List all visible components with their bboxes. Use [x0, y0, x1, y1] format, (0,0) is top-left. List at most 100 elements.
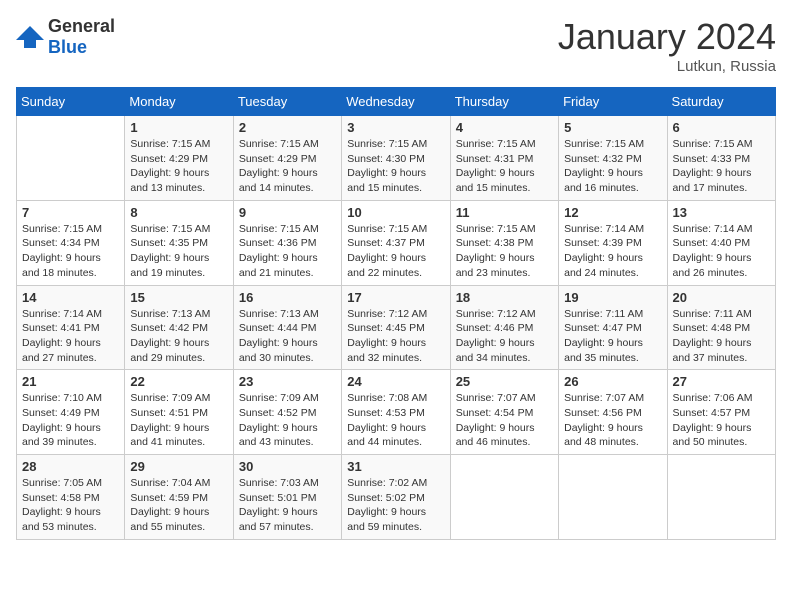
month-title: January 2024: [558, 16, 776, 58]
day-number: 4: [456, 120, 553, 135]
day-number: 18: [456, 290, 553, 305]
day-number: 21: [22, 374, 119, 389]
day-info: Sunrise: 7:15 AMSunset: 4:32 PMDaylight:…: [564, 137, 661, 196]
day-info: Sunrise: 7:03 AMSunset: 5:01 PMDaylight:…: [239, 476, 336, 535]
day-number: 8: [130, 205, 227, 220]
day-info: Sunrise: 7:09 AMSunset: 4:51 PMDaylight:…: [130, 391, 227, 450]
day-info: Sunrise: 7:09 AMSunset: 4:52 PMDaylight:…: [239, 391, 336, 450]
calendar-cell: 16 Sunrise: 7:13 AMSunset: 4:44 PMDayligh…: [233, 285, 341, 370]
day-info: Sunrise: 7:04 AMSunset: 4:59 PMDaylight:…: [130, 476, 227, 535]
calendar-cell: 12 Sunrise: 7:14 AMSunset: 4:39 PMDayligh…: [559, 200, 667, 285]
logo-general: General: [48, 16, 115, 36]
day-number: 28: [22, 459, 119, 474]
day-info: Sunrise: 7:15 AMSunset: 4:30 PMDaylight:…: [347, 137, 444, 196]
day-info: Sunrise: 7:15 AMSunset: 4:38 PMDaylight:…: [456, 222, 553, 281]
calendar-cell: 20Sunrise: 7:11 AMSunset: 4:48 PMDayligh…: [667, 285, 775, 370]
calendar-cell: 19Sunrise: 7:11 AMSunset: 4:47 PMDayligh…: [559, 285, 667, 370]
weekday-header: Monday: [125, 88, 233, 116]
calendar-cell: 8 Sunrise: 7:15 AMSunset: 4:35 PMDaylight…: [125, 200, 233, 285]
day-info: Sunrise: 7:14 AMSunset: 4:41 PMDaylight:…: [22, 307, 119, 366]
day-info: Sunrise: 7:02 AMSunset: 5:02 PMDaylight:…: [347, 476, 444, 535]
day-number: 5: [564, 120, 661, 135]
calendar-cell: [559, 455, 667, 540]
calendar-cell: 24 Sunrise: 7:08 AMSunset: 4:53 PMDayligh…: [342, 370, 450, 455]
day-number: 23: [239, 374, 336, 389]
logo-text: General Blue: [48, 16, 115, 58]
weekday-header: Friday: [559, 88, 667, 116]
day-number: 26: [564, 374, 661, 389]
day-info: Sunrise: 7:15 AMSunset: 4:37 PMDaylight:…: [347, 222, 444, 281]
day-info: Sunrise: 7:15 AMSunset: 4:33 PMDaylight:…: [673, 137, 770, 196]
calendar-cell: 23 Sunrise: 7:09 AMSunset: 4:52 PMDayligh…: [233, 370, 341, 455]
day-number: 12: [564, 205, 661, 220]
day-info: Sunrise: 7:12 AMSunset: 4:46 PMDaylight:…: [456, 307, 553, 366]
day-number: 27: [673, 374, 770, 389]
day-number: 10: [347, 205, 444, 220]
calendar-cell: 5 Sunrise: 7:15 AMSunset: 4:32 PMDaylight…: [559, 116, 667, 201]
day-info: Sunrise: 7:14 AMSunset: 4:39 PMDaylight:…: [564, 222, 661, 281]
day-info: Sunrise: 7:05 AMSunset: 4:58 PMDaylight:…: [22, 476, 119, 535]
day-info: Sunrise: 7:07 AMSunset: 4:54 PMDaylight:…: [456, 391, 553, 450]
calendar-cell: 21Sunrise: 7:10 AMSunset: 4:49 PMDayligh…: [17, 370, 125, 455]
calendar-cell: 18 Sunrise: 7:12 AMSunset: 4:46 PMDayligh…: [450, 285, 558, 370]
day-info: Sunrise: 7:11 AMSunset: 4:48 PMDaylight:…: [673, 307, 770, 366]
calendar-cell: 1Sunrise: 7:15 AMSunset: 4:29 PMDaylight…: [125, 116, 233, 201]
day-number: 30: [239, 459, 336, 474]
weekday-header: Saturday: [667, 88, 775, 116]
day-number: 14: [22, 290, 119, 305]
weekday-header: Sunday: [17, 88, 125, 116]
day-number: 24: [347, 374, 444, 389]
day-number: 17: [347, 290, 444, 305]
calendar-cell: [450, 455, 558, 540]
calendar-cell: [17, 116, 125, 201]
logo-blue: Blue: [48, 37, 87, 57]
calendar-table: SundayMondayTuesdayWednesdayThursdayFrid…: [16, 87, 776, 540]
calendar-cell: 2 Sunrise: 7:15 AMSunset: 4:29 PMDaylight…: [233, 116, 341, 201]
calendar-cell: 28 Sunrise: 7:05 AMSunset: 4:58 PMDayligh…: [17, 455, 125, 540]
calendar-cell: 15 Sunrise: 7:13 AMSunset: 4:42 PMDayligh…: [125, 285, 233, 370]
day-info: Sunrise: 7:15 AMSunset: 4:35 PMDaylight:…: [130, 222, 227, 281]
day-number: 19: [564, 290, 661, 305]
calendar-header-row: SundayMondayTuesdayWednesdayThursdayFrid…: [17, 88, 776, 116]
day-number: 15: [130, 290, 227, 305]
calendar-cell: 6 Sunrise: 7:15 AMSunset: 4:33 PMDaylight…: [667, 116, 775, 201]
day-number: 2: [239, 120, 336, 135]
calendar-week-row: 7Sunrise: 7:15 AMSunset: 4:34 PMDaylight…: [17, 200, 776, 285]
calendar-cell: 14 Sunrise: 7:14 AMSunset: 4:41 PMDayligh…: [17, 285, 125, 370]
calendar-cell: 7Sunrise: 7:15 AMSunset: 4:34 PMDaylight…: [17, 200, 125, 285]
weekday-header: Wednesday: [342, 88, 450, 116]
calendar-week-row: 1 Sunrise: 7:15 AMSunset: 4:29 PMDaylight…: [17, 116, 776, 201]
day-number: 1: [130, 120, 227, 135]
calendar-cell: 30 Sunrise: 7:03 AMSunset: 5:01 PMDayligh…: [233, 455, 341, 540]
day-info: Sunrise: 7:15 AMSunset: 4:31 PMDaylight:…: [456, 137, 553, 196]
day-number: 9: [239, 205, 336, 220]
day-info: Sunrise: 7:06 AMSunset: 4:57 PMDaylight:…: [673, 391, 770, 450]
day-info: Sunrise: 7:13 AMSunset: 4:44 PMDaylight:…: [239, 307, 336, 366]
day-number: 16: [239, 290, 336, 305]
day-info: Sunrise: 7:14 AMSunset: 4:40 PMDaylight:…: [673, 222, 770, 281]
calendar-cell: 4 Sunrise: 7:15 AMSunset: 4:31 PMDaylight…: [450, 116, 558, 201]
logo-icon: [16, 26, 44, 48]
calendar-cell: 22Sunrise: 7:09 AMSunset: 4:51 PMDayligh…: [125, 370, 233, 455]
weekday-header: Tuesday: [233, 88, 341, 116]
day-info: Sunrise: 7:13 AMSunset: 4:42 PMDaylight:…: [130, 307, 227, 366]
calendar-week-row: 14 Sunrise: 7:14 AMSunset: 4:41 PMDayligh…: [17, 285, 776, 370]
location-title: Lutkun, Russia: [558, 58, 776, 75]
day-number: 6: [673, 120, 770, 135]
calendar-week-row: 28 Sunrise: 7:05 AMSunset: 4:58 PMDayligh…: [17, 455, 776, 540]
calendar-cell: 3Sunrise: 7:15 AMSunset: 4:30 PMDaylight…: [342, 116, 450, 201]
calendar-cell: 25 Sunrise: 7:07 AMSunset: 4:54 PMDayligh…: [450, 370, 558, 455]
day-info: Sunrise: 7:07 AMSunset: 4:56 PMDaylight:…: [564, 391, 661, 450]
day-info: Sunrise: 7:15 AMSunset: 4:29 PMDaylight:…: [239, 137, 336, 196]
day-number: 25: [456, 374, 553, 389]
calendar-cell: 13Sunrise: 7:14 AMSunset: 4:40 PMDayligh…: [667, 200, 775, 285]
day-info: Sunrise: 7:15 AMSunset: 4:36 PMDaylight:…: [239, 222, 336, 281]
day-info: Sunrise: 7:12 AMSunset: 4:45 PMDaylight:…: [347, 307, 444, 366]
calendar-cell: 29Sunrise: 7:04 AMSunset: 4:59 PMDayligh…: [125, 455, 233, 540]
day-info: Sunrise: 7:15 AMSunset: 4:34 PMDaylight:…: [22, 222, 119, 281]
day-info: Sunrise: 7:08 AMSunset: 4:53 PMDaylight:…: [347, 391, 444, 450]
day-number: 31: [347, 459, 444, 474]
calendar-cell: 10 Sunrise: 7:15 AMSunset: 4:37 PMDayligh…: [342, 200, 450, 285]
logo: General Blue: [16, 16, 115, 58]
calendar-cell: 17 Sunrise: 7:12 AMSunset: 4:45 PMDayligh…: [342, 285, 450, 370]
